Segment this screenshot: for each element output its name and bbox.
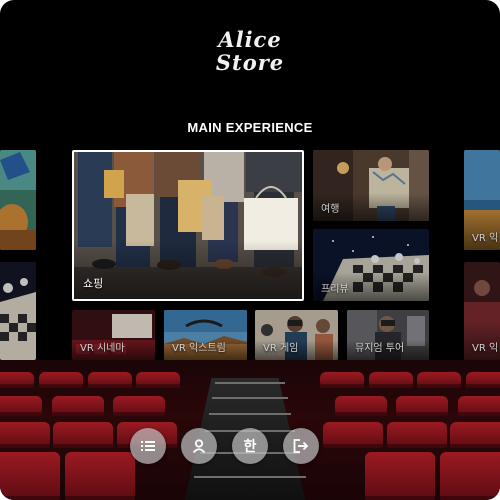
tile-image xyxy=(464,262,500,360)
tile-shade xyxy=(255,340,338,360)
tile-vr-game[interactable]: VR 게임 xyxy=(255,310,338,360)
list-icon xyxy=(141,441,155,451)
tile-preview[interactable]: 프리뷰 xyxy=(313,229,429,301)
section-title: MAIN EXPERIENCE xyxy=(187,120,313,135)
tile-image xyxy=(464,150,500,250)
tile-label: VR 익 xyxy=(472,343,499,354)
tile-travel[interactable]: 여행 xyxy=(313,150,429,221)
logout-icon xyxy=(293,439,309,453)
tile-shade xyxy=(464,210,500,250)
tile-label: VR 시네마 xyxy=(80,343,125,354)
tile-shade xyxy=(74,240,302,299)
logout-button[interactable] xyxy=(283,428,319,464)
tile-label: VR 게임 xyxy=(263,343,299,354)
app-screen: Alice Store MAIN EXPERIENCE 쇼핑 여행 프리뷰 VR… xyxy=(0,0,500,500)
logo-line-1: Alice xyxy=(218,27,282,52)
tile-vr-extreme[interactable]: VR 익스트림 xyxy=(164,310,247,360)
tile-vr-cinema[interactable]: VR 시네마 xyxy=(72,310,155,360)
profile-button[interactable] xyxy=(181,428,217,464)
menu-list-button[interactable] xyxy=(130,428,166,464)
language-button[interactable]: 한 xyxy=(232,428,268,464)
tile-left-top[interactable] xyxy=(0,150,36,250)
stair-step xyxy=(194,476,306,478)
tile-left-bottom[interactable] xyxy=(0,262,36,360)
tile-image xyxy=(347,310,429,360)
tile-image xyxy=(72,310,155,360)
tile-image xyxy=(0,262,36,360)
stair-step xyxy=(215,382,285,384)
tile-image xyxy=(164,310,247,360)
logo-line-2: Store xyxy=(215,50,285,75)
tile-image xyxy=(255,310,338,360)
tile-shade xyxy=(72,340,155,360)
stair-step xyxy=(212,397,288,399)
tile-right-bottom[interactable]: VR 익 xyxy=(464,262,500,360)
tile-label: 프리뷰 xyxy=(321,284,349,295)
tile-right-top[interactable]: VR 익 xyxy=(464,150,500,250)
tile-shopping-featured[interactable]: 쇼핑 xyxy=(72,150,304,301)
tile-image xyxy=(313,150,429,221)
user-icon xyxy=(192,439,206,453)
tile-label: 여행 xyxy=(321,204,340,215)
tile-shade xyxy=(313,272,429,301)
tile-shade xyxy=(347,340,429,360)
tile-label: 쇼핑 xyxy=(83,277,104,290)
tile-shade xyxy=(164,340,247,360)
tile-image xyxy=(0,150,36,250)
tile-label: VR 익스트림 xyxy=(172,343,226,354)
tile-shade xyxy=(313,192,429,221)
tile-museum-tour[interactable]: 뮤지엄 투어 xyxy=(347,310,429,360)
alice-store-logo: Alice Store xyxy=(200,28,300,74)
tile-shade xyxy=(464,320,500,360)
tile-image xyxy=(313,229,429,301)
tile-label: 뮤지엄 투어 xyxy=(355,343,405,354)
stair-step xyxy=(209,413,291,415)
language-label: 한 xyxy=(243,439,257,455)
tile-label: VR 익 xyxy=(472,233,499,244)
